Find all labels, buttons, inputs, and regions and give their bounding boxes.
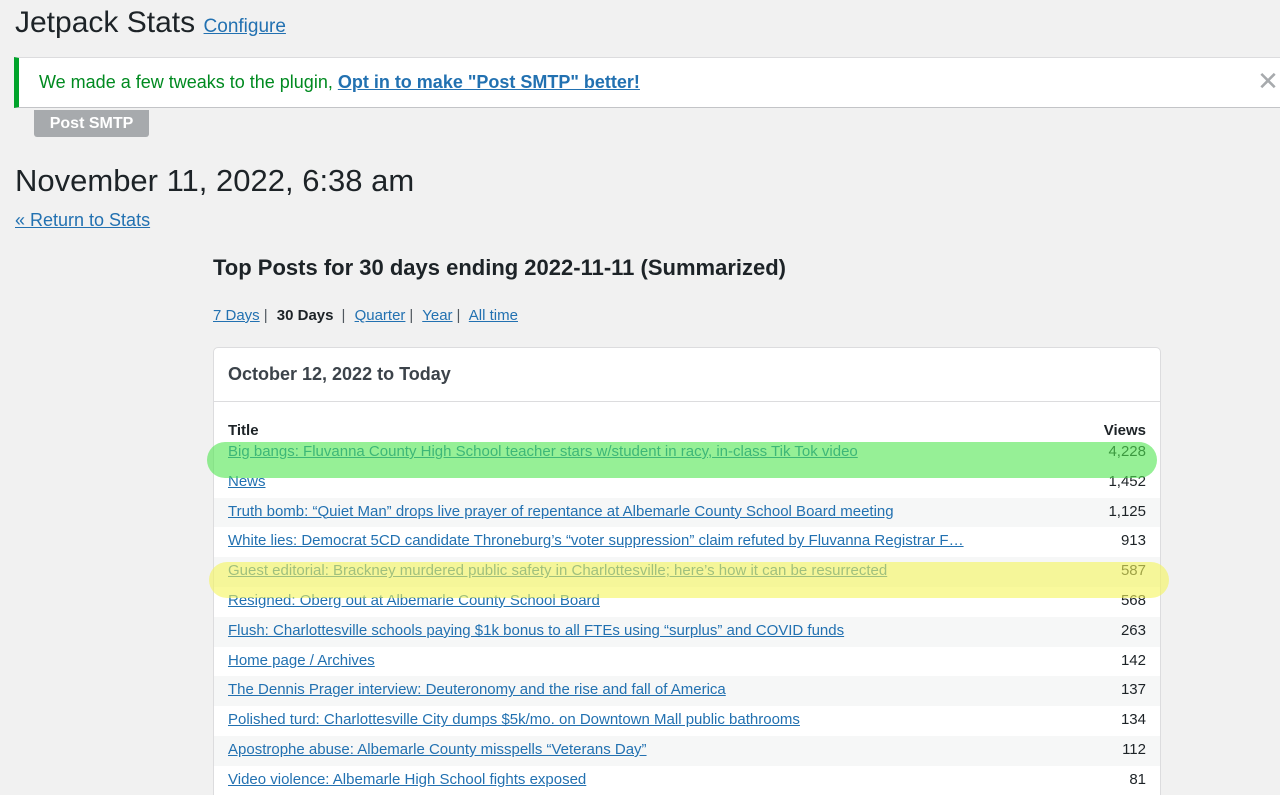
period-separator: | [409,307,414,324]
period-separator: | [341,307,346,324]
period-year[interactable]: Year [422,307,452,324]
plugin-notice: We made a few tweaks to the plugin, Opt … [14,57,1280,108]
table-row: Home page / Archives 142 [214,647,1160,677]
post-title-link[interactable]: The Dennis Prager interview: Deuteronomy… [228,681,1018,698]
post-title-link[interactable]: Apostrophe abuse: Albemarle County missp… [228,741,1018,758]
post-views: 263 [1120,621,1146,639]
table-row: Polished turd: Charlottesville City dump… [214,706,1160,736]
page-title: Jetpack Stats [15,6,196,39]
top-posts-card: October 12, 2022 to Today Title Views Bi… [213,347,1161,795]
period-30-days: 30 Days [276,307,334,324]
post-views: 81 [1129,770,1146,788]
column-views: Views [1103,422,1146,439]
plugin-tag: Post SMTP [34,110,149,137]
post-title-link[interactable]: Big bangs: Fluvanna County High School t… [228,443,1018,460]
post-title-link[interactable]: Flush: Charlottesville schools paying $1… [228,622,1018,639]
post-title-link[interactable]: Resigned: Oberg out at Albemarle County … [228,592,1018,609]
configure-link[interactable]: Configure [204,16,286,37]
period-7-days[interactable]: 7 Days [213,307,260,324]
table-body: Big bangs: Fluvanna County High School t… [214,438,1160,795]
table-row: The Dennis Prager interview: Deuteronomy… [214,676,1160,707]
page-header: Jetpack Stats Configure [15,6,286,40]
table-row: News 1,452 [214,468,1160,498]
post-views: 112 [1122,740,1146,758]
stats-datetime: November 11, 2022, 6:38 am [15,163,415,198]
top-posts-heading: Top Posts for 30 days ending 2022-11-11 … [213,255,786,280]
post-title-link[interactable]: Video violence: Albemarle High School fi… [228,771,1018,788]
table-row: Big bangs: Fluvanna County High School t… [214,438,1160,468]
post-views: 587 [1120,562,1146,580]
notice-text: We made a few tweaks to the plugin, [39,72,338,92]
period-quarter[interactable]: Quarter [355,307,406,324]
close-icon[interactable]: ✕ [1255,68,1280,94]
period-selector: 7 Days | 30 Days | Quarter | Year | All time [213,307,518,324]
table-row: Flush: Charlottesville schools paying $1… [214,616,1160,647]
post-views: 142 [1120,651,1146,669]
post-title-link[interactable]: Guest editorial: Brackney murdered publi… [228,562,1018,579]
table-row: Video violence: Albemarle High School fi… [214,766,1160,795]
post-views: 1,125 [1108,502,1146,520]
post-views: 913 [1120,532,1146,550]
column-title: Title [228,422,259,439]
table-header: Title Views [214,402,1160,439]
table-row: Guest editorial: Brackney murdered publi… [214,557,1160,587]
post-views: 568 [1120,591,1146,609]
period-separator: | [456,307,461,324]
notice-message: We made a few tweaks to the plugin, Opt … [39,72,640,93]
post-title-link[interactable]: Home page / Archives [228,652,1018,669]
post-title-link[interactable]: White lies: Democrat 5CD candidate Thron… [228,532,1018,549]
post-title-link[interactable]: Polished turd: Charlottesville City dump… [228,711,1018,728]
post-views: 1,452 [1108,472,1146,490]
table-row: White lies: Democrat 5CD candidate Thron… [214,527,1160,557]
date-range-heading: October 12, 2022 to Today [214,348,1160,402]
opt-in-link[interactable]: Opt in to make "Post SMTP" better! [338,72,640,92]
post-title-link[interactable]: News [228,473,1018,490]
table-row: Resigned: Oberg out at Albemarle County … [214,587,1160,617]
table-row: Truth bomb: “Quiet Man” drops live praye… [214,497,1160,528]
post-views: 4,228 [1108,443,1146,460]
post-views: 134 [1120,711,1146,729]
stats-page: Jetpack Stats Configure We made a few tw… [0,0,1280,795]
period-separator: | [263,307,268,324]
table-row: Apostrophe abuse: Albemarle County missp… [214,735,1160,766]
post-title-link[interactable]: Truth bomb: “Quiet Man” drops live praye… [228,503,1018,520]
post-views: 137 [1120,681,1146,699]
period-all-time[interactable]: All time [469,307,518,324]
return-to-stats-link[interactable]: « Return to Stats [15,210,150,231]
